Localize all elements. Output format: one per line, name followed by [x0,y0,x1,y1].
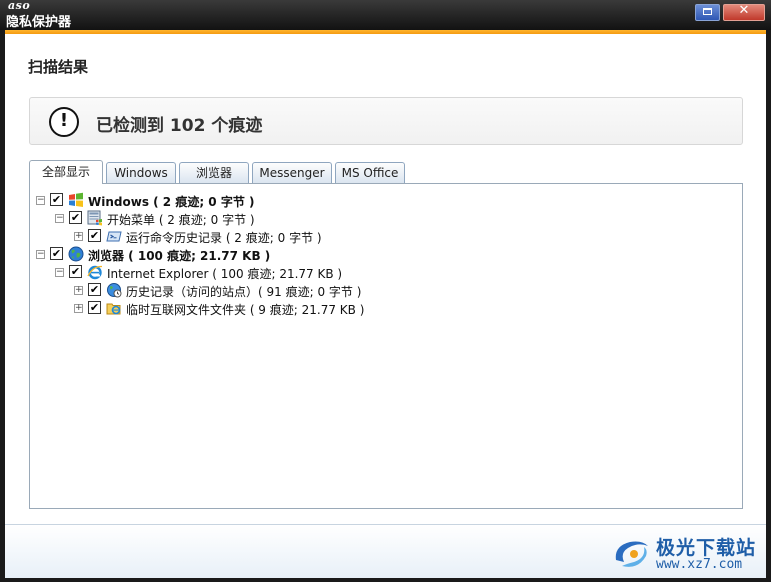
window-title: 隐私保护器 [6,15,72,30]
app-window: aso 隐私保护器 ✕ 扫描结果 ! 已检测到 102 个痕迹 全部显示 Win… [0,0,771,582]
tab-show-all[interactable]: 全部显示 [29,160,103,184]
watermark-text: 极光下载站 [656,537,757,559]
watermark-url: www.xz7.com [656,557,743,572]
globe-icon [68,246,84,262]
tree-node-label: 历史记录（访问的站点）( 91 痕迹; 0 字节 ) [126,285,362,299]
tab-browser[interactable]: 浏览器 [179,162,249,183]
node-checkbox[interactable]: ✔ [69,265,82,278]
scan-summary-text: 已检测到 102 个痕迹 [96,116,263,136]
scan-summary-box: ! 已检测到 102 个痕迹 [29,97,743,145]
collapse-toggle[interactable]: − [55,268,64,277]
watermark: 极光下载站 www.xz7.com [612,530,771,576]
node-checkbox[interactable]: ✔ [69,211,82,224]
close-icon: ✕ [738,3,750,18]
node-checkbox[interactable]: ✔ [88,229,101,242]
close-button[interactable]: ✕ [723,3,765,21]
start-menu-icon [87,210,103,226]
tree-node-label: 运行命令历史记录 ( 2 痕迹; 0 字节 ) [126,231,322,245]
history-globe-icon [106,282,122,298]
collapse-toggle[interactable]: − [36,250,45,259]
swirl-logo-icon [612,536,652,572]
maximize-button[interactable] [695,4,720,21]
tree-node-label: Windows ( 2 痕迹; 0 字节 ) [88,195,255,209]
collapse-toggle[interactable]: − [36,196,45,205]
exclamation-glyph: ! [59,110,69,131]
collapse-toggle[interactable]: − [55,214,64,223]
node-checkbox[interactable]: ✔ [88,283,101,296]
exclamation-circle-icon: ! [49,107,79,137]
windows-logo-icon [68,192,84,208]
title-bar[interactable]: aso 隐私保护器 ✕ [0,0,771,30]
tab-windows[interactable]: Windows [106,162,176,183]
tree-node-label: 浏览器 ( 100 痕迹; 21.77 KB ) [88,249,271,263]
expand-toggle[interactable]: + [74,286,83,295]
run-command-icon [106,228,122,244]
tab-messenger[interactable]: Messenger [252,162,332,183]
node-checkbox[interactable]: ✔ [88,301,101,314]
maximize-icon [703,8,712,15]
expand-toggle[interactable]: + [74,232,83,241]
expand-toggle[interactable]: + [74,304,83,313]
node-checkbox[interactable]: ✔ [50,193,63,206]
tree-node-label: Internet Explorer ( 100 痕迹; 21.77 KB ) [107,267,343,281]
tree-node-label: 开始菜单 ( 2 痕迹; 0 字节 ) [107,213,255,227]
temp-files-folder-icon [106,300,122,316]
trace-tree[interactable]: − ✔ Windows ( 2 痕迹; 0 字节 ) − ✔ 开始菜单 (2 … [29,183,743,509]
internet-explorer-icon [87,264,103,280]
node-checkbox[interactable]: ✔ [50,247,63,260]
main-content: 扫描结果 ! 已检测到 102 个痕迹 全部显示 Windows 浏览器 Mes… [5,34,766,524]
tree-node-label: 临时互联网文件文件夹 ( 9 痕迹; 21.77 KB ) [126,303,365,317]
section-title: 扫描结果 [28,58,89,76]
tab-ms-office[interactable]: MS Office [335,162,405,183]
